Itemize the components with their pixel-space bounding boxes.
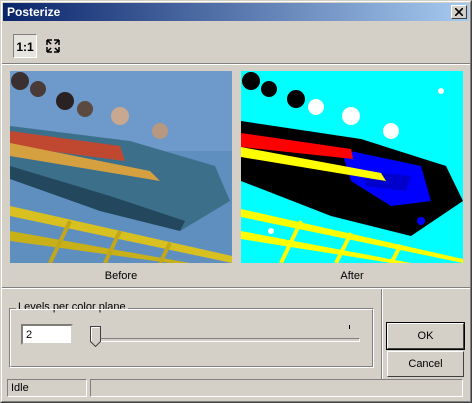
actual-size-button[interactable]: 1:1 bbox=[13, 34, 37, 58]
status-text: Idle bbox=[7, 379, 87, 397]
before-image bbox=[10, 71, 232, 263]
ok-button[interactable]: OK bbox=[386, 322, 465, 350]
button-separator bbox=[381, 289, 383, 379]
toolbar-separator bbox=[1, 63, 471, 65]
status-secondary-pane bbox=[90, 379, 463, 397]
levels-input[interactable] bbox=[21, 324, 73, 345]
close-icon bbox=[455, 8, 463, 16]
actual-size-label: 1:1 bbox=[16, 40, 34, 54]
before-preview bbox=[10, 71, 232, 263]
fit-to-window-icon bbox=[46, 39, 60, 53]
after-image bbox=[241, 71, 463, 263]
levels-slider-track[interactable] bbox=[94, 338, 360, 342]
posterize-dialog: Posterize 1:1 Before After Levels per co… bbox=[0, 0, 472, 403]
levels-group-label: Levels per color plane bbox=[16, 301, 128, 313]
close-button[interactable] bbox=[451, 5, 467, 19]
title-bar[interactable]: Posterize bbox=[3, 3, 469, 21]
content-separator bbox=[1, 287, 471, 289]
cancel-button[interactable]: Cancel bbox=[387, 351, 464, 377]
fit-to-window-button[interactable] bbox=[41, 34, 65, 58]
levels-slider-thumb[interactable] bbox=[90, 326, 101, 347]
window-title: Posterize bbox=[7, 5, 61, 19]
before-caption: Before bbox=[104, 270, 138, 282]
slider-tick-mark bbox=[349, 325, 350, 329]
after-preview bbox=[241, 71, 463, 263]
after-caption: After bbox=[340, 270, 364, 282]
levels-groupbox: Levels per color plane bbox=[9, 301, 374, 368]
